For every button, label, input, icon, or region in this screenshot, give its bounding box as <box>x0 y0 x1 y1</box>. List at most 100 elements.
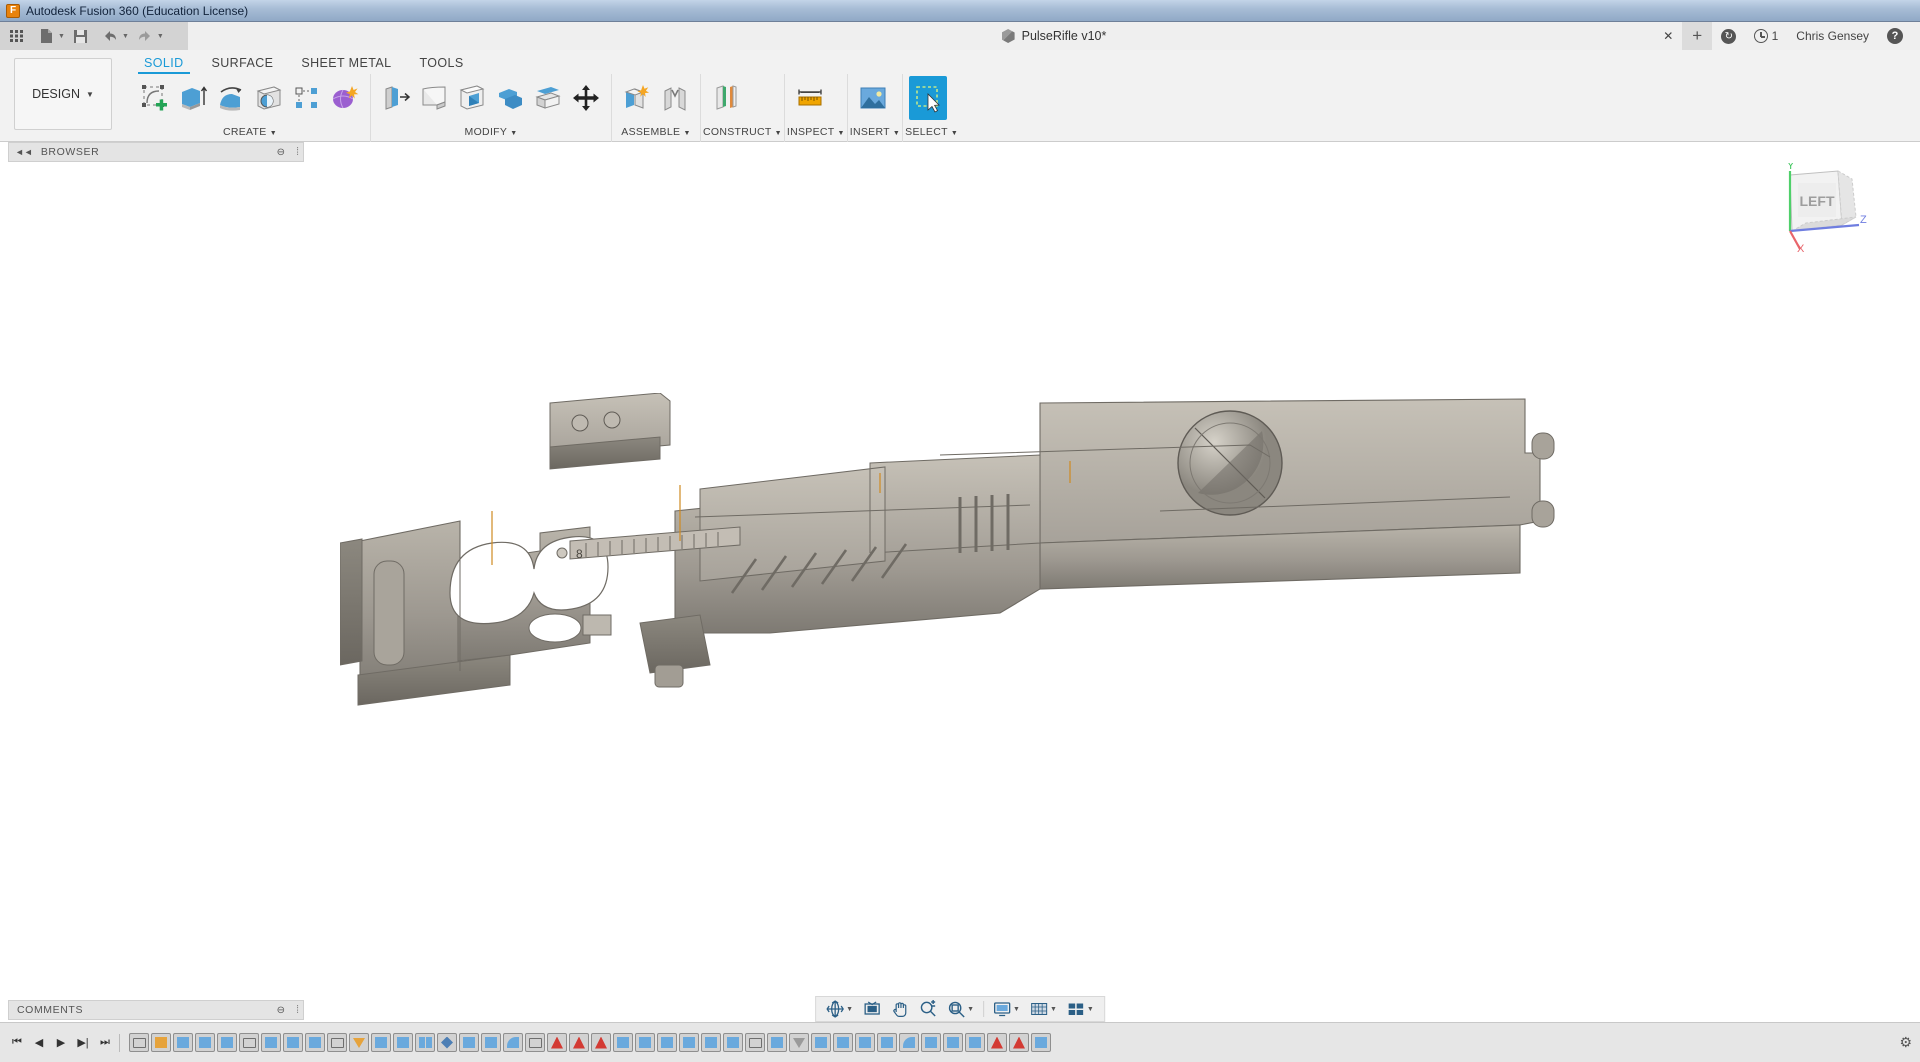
feature-extrude[interactable] <box>877 1033 897 1052</box>
feature-extrude[interactable] <box>217 1033 237 1052</box>
collapse-browser-icon[interactable]: ◄◄ <box>15 147 33 157</box>
feature-extrude[interactable] <box>173 1033 193 1052</box>
feature-fillet[interactable] <box>899 1033 919 1052</box>
zoom-fit-icon[interactable]: ▼ <box>943 1000 978 1018</box>
grid-snap-icon[interactable]: ▼ <box>1026 1000 1061 1018</box>
feature-extrude[interactable] <box>459 1033 479 1052</box>
browser-pin-icon[interactable]: ⊖ <box>277 147 285 158</box>
timeline-jump-start-button[interactable]: ⏮ <box>6 1030 28 1056</box>
group-label-assemble[interactable]: ASSEMBLE ▼ <box>614 126 698 142</box>
timeline-play-button[interactable]: ▶ <box>50 1030 72 1056</box>
feature-extrude[interactable] <box>635 1033 655 1052</box>
offset-face-icon[interactable] <box>529 76 567 120</box>
feature-extrude[interactable] <box>723 1033 743 1052</box>
feature-extrude[interactable] <box>833 1033 853 1052</box>
feature-extrude[interactable] <box>811 1033 831 1052</box>
comments-pin-icon[interactable]: ⊖ <box>277 1005 285 1016</box>
timeline-settings-icon[interactable]: ⚙ <box>1899 1034 1912 1051</box>
feature-extrude[interactable] <box>767 1033 787 1052</box>
comments-grip-icon[interactable]: ⁞ <box>296 1004 299 1016</box>
look-at-icon[interactable] <box>859 1000 885 1018</box>
new-component-icon[interactable] <box>618 76 656 120</box>
feature-cut[interactable] <box>1009 1033 1029 1052</box>
pan-icon[interactable] <box>887 1000 913 1018</box>
timeline-step-back-button[interactable]: ◀ <box>28 1030 50 1056</box>
feature-fillet[interactable] <box>503 1033 523 1052</box>
new-file-caret-icon[interactable]: ▼ <box>58 33 65 40</box>
feature-mirror[interactable] <box>415 1033 435 1052</box>
feature-extrude[interactable] <box>943 1033 963 1052</box>
feature-cut[interactable] <box>987 1033 1007 1052</box>
help-icon[interactable]: ? <box>1878 22 1912 50</box>
group-label-inspect[interactable]: INSPECT ▼ <box>787 126 845 142</box>
feature-sketch[interactable] <box>525 1033 545 1052</box>
view-cube[interactable]: LEFT Y Z X <box>1760 163 1870 253</box>
close-tab-icon[interactable]: ✕ <box>1654 22 1682 50</box>
feature-extrude[interactable] <box>613 1033 633 1052</box>
measure-icon[interactable] <box>791 76 829 120</box>
press-pull-icon[interactable] <box>377 76 415 120</box>
group-label-modify[interactable]: MODIFY ▼ <box>373 126 609 142</box>
create-sketch-icon[interactable] <box>136 76 174 120</box>
save-icon[interactable] <box>68 24 94 48</box>
insert-image-icon[interactable] <box>854 76 892 120</box>
feature-extrude[interactable] <box>283 1033 303 1052</box>
tab-sheet-metal[interactable]: SHEET METAL <box>287 52 405 74</box>
new-tab-button[interactable]: + <box>1682 22 1712 50</box>
feature-extrude[interactable] <box>481 1033 501 1052</box>
redo-icon[interactable] <box>132 24 158 48</box>
tab-tools[interactable]: TOOLS <box>405 52 477 74</box>
revolve-icon[interactable] <box>212 76 250 120</box>
feature-cut[interactable] <box>547 1033 567 1052</box>
feature-extrude[interactable] <box>657 1033 677 1052</box>
fillet-icon[interactable] <box>415 76 453 120</box>
undo-caret-icon[interactable]: ▼ <box>122 33 129 40</box>
feature-sketch[interactable] <box>327 1033 347 1052</box>
feature-triangle[interactable] <box>789 1033 809 1052</box>
feature-extrude[interactable] <box>261 1033 281 1052</box>
feature-extrude[interactable] <box>855 1033 875 1052</box>
feature-extrude[interactable] <box>965 1033 985 1052</box>
select-window-icon[interactable] <box>909 76 947 120</box>
comments-panel-header[interactable]: COMMENTS ⊖ ⁞ <box>8 1000 304 1020</box>
feature-extrude[interactable] <box>195 1033 215 1052</box>
extrude-icon[interactable] <box>174 76 212 120</box>
shell-icon[interactable] <box>453 76 491 120</box>
undo-icon[interactable] <box>97 24 123 48</box>
tab-solid[interactable]: SOLID <box>130 52 198 74</box>
job-status-icon[interactable]: 1 <box>1745 22 1787 50</box>
feature-extrude[interactable] <box>679 1033 699 1052</box>
feature-plane[interactable] <box>349 1033 369 1052</box>
feature-extrude[interactable] <box>371 1033 391 1052</box>
3d-viewport[interactable]: LEFT Y Z X <box>0 163 1920 956</box>
rib-pattern-icon[interactable] <box>288 76 326 120</box>
move-copy-icon[interactable] <box>567 76 605 120</box>
feature-move[interactable] <box>437 1033 457 1052</box>
feature-extrude[interactable] <box>921 1033 941 1052</box>
browser-grip-icon[interactable]: ⁞ <box>296 146 299 158</box>
browser-panel-header[interactable]: ◄◄ BROWSER ⊖ ⁞ <box>8 142 304 162</box>
feature-extrude[interactable] <box>305 1033 325 1052</box>
app-grid-icon[interactable] <box>4 24 30 48</box>
viewports-icon[interactable]: ▼ <box>1063 1000 1098 1018</box>
timeline-jump-end-button[interactable]: ⏭ <box>94 1030 116 1056</box>
offset-plane-icon[interactable] <box>707 76 745 120</box>
display-settings-icon[interactable]: ▼ <box>989 1000 1024 1018</box>
group-label-select[interactable]: SELECT ▼ <box>905 126 958 142</box>
group-label-construct[interactable]: CONSTRUCT ▼ <box>703 126 782 142</box>
feature-sketch[interactable] <box>745 1033 765 1052</box>
zoom-icon[interactable] <box>915 1000 941 1018</box>
user-name[interactable]: Chris Gensey <box>1787 22 1878 50</box>
feature-extrude[interactable] <box>393 1033 413 1052</box>
refresh-icon[interactable]: ↻ <box>1712 22 1745 50</box>
orbit-icon[interactable]: ▼ <box>822 1000 857 1018</box>
feature-extrude[interactable] <box>701 1033 721 1052</box>
hole-icon[interactable] <box>250 76 288 120</box>
feature-extrude[interactable] <box>151 1033 171 1052</box>
feature-extrude[interactable] <box>1031 1033 1051 1052</box>
tab-surface[interactable]: SURFACE <box>198 52 288 74</box>
combine-icon[interactable] <box>491 76 529 120</box>
feature-cut[interactable] <box>591 1033 611 1052</box>
joint-icon[interactable] <box>656 76 694 120</box>
redo-caret-icon[interactable]: ▼ <box>157 33 164 40</box>
